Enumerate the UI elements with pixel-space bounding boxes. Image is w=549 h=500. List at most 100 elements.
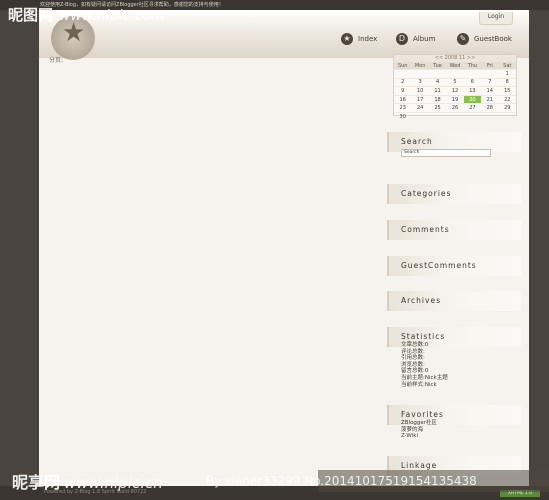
calendar-empty-cell: [498, 111, 516, 121]
calendar-week: 1: [394, 69, 516, 79]
calendar-day[interactable]: 25: [428, 103, 447, 113]
weekday-header: Thu: [463, 62, 482, 70]
calendar-day[interactable]: 1: [498, 69, 516, 79]
calendar-day[interactable]: 19: [446, 94, 464, 104]
calendar: << 2008.11 >> Sun Mon Tue Wed Thu Fri Sat 1234…: [393, 54, 517, 121]
calendar-empty-cell: [428, 69, 447, 79]
favorite-link[interactable]: 菠萝的海: [401, 427, 437, 434]
widget-archives: Archives: [387, 291, 521, 311]
favorite-link[interactable]: ZBlogger社区: [401, 420, 437, 427]
calendar-day[interactable]: 17: [411, 94, 429, 104]
calendar-day[interactable]: 2: [394, 77, 412, 87]
calendar-day[interactable]: 13: [463, 86, 482, 96]
calendar-day[interactable]: 7: [481, 77, 499, 87]
weekday-header: Mon: [411, 62, 429, 70]
breadcrumb: 分页:: [49, 57, 64, 64]
calendar-week: 16 17 18 19 20 21 22: [394, 94, 516, 104]
list-item: 当前主题:Nick主题: [401, 374, 448, 381]
calendar-day[interactable]: 9: [394, 86, 412, 96]
calendar-day[interactable]: 6: [463, 77, 482, 87]
watermark-top-url: www.nipic.com: [59, 8, 165, 24]
weekday-header: Tue: [428, 62, 447, 70]
calendar-empty-cell: [481, 69, 499, 79]
calendar-day[interactable]: 5: [446, 77, 464, 87]
calendar-week: 30: [394, 111, 516, 121]
calendar-day[interactable]: 23: [394, 103, 412, 113]
blog-page: ★ Login ★ Index D Album ✎ GuestBook 分页: …: [39, 10, 529, 500]
calendar-empty-cell: [411, 69, 429, 79]
favorite-link[interactable]: Z-Wiki: [401, 433, 437, 440]
list-item: 留言总数:0: [401, 368, 429, 375]
calendar-week: 9 10 11 12 13 14 15: [394, 86, 516, 96]
statistics-list: 文章总数:0 评论总数: 引用总数: 浏览总数: 留言总数:0 当前主题:Nic…: [401, 342, 448, 388]
guestbook-icon: ✎: [457, 33, 469, 45]
star-icon: ★: [341, 33, 353, 45]
calendar-week: 2345678: [394, 77, 516, 87]
watermark-top: 昵图网 www.nipic.com: [8, 4, 165, 25]
list-item: 文章总数:0: [401, 342, 429, 348]
categories-title: Categories: [401, 189, 452, 198]
calendar-day[interactable]: 28: [481, 103, 499, 113]
favorites-list: ZBlogger社区 菠萝的海 Z-Wiki: [401, 420, 437, 440]
nav-guestbook[interactable]: ✎ GuestBook: [457, 32, 512, 46]
nav-album-label: Album: [413, 35, 436, 43]
linkage-title: Linkage: [401, 461, 438, 470]
statistics-title: Statistics: [401, 332, 446, 341]
calendar-day[interactable]: 3: [411, 77, 429, 87]
widget-guestcomments: GuestComments: [387, 256, 521, 276]
album-icon: D: [396, 33, 408, 45]
weekday-header: Fri: [481, 62, 499, 70]
calendar-grid: Sun Mon Tue Wed Thu Fri Sat 1 2 3 4 5 6 7 8 9 10 11 12 13 1…: [394, 62, 516, 121]
watermark-top-logo: 昵图网: [8, 6, 54, 24]
list-item: 当前样式:Nick: [401, 381, 437, 388]
calendar-empty-cell: [394, 69, 412, 79]
calendar-empty-cell: [411, 111, 429, 121]
watermark-id: By:xianer33299 No.20141017519154135438: [206, 474, 477, 488]
calendar-day[interactable]: 30: [394, 111, 412, 121]
widget-categories: Categories: [387, 184, 521, 204]
calendar-day[interactable]: 24: [411, 103, 429, 113]
sidebar: << 2008.11 >> Sun Mon Tue Wed Thu Fri Sat 1234…: [387, 54, 521, 494]
weekday-header: Wed: [446, 62, 464, 70]
calendar-day[interactable]: 27: [463, 103, 482, 113]
favorites-title: Favorites: [401, 410, 444, 419]
watermark-bottom: 昵享网 www.nipic.cn: [12, 469, 163, 493]
search-input[interactable]: Search: [401, 149, 491, 157]
nav-album[interactable]: D Album: [396, 32, 435, 46]
watermark-bottom-url: www.nipic.cn: [64, 474, 163, 492]
calendar-title[interactable]: << 2008.11 >>: [394, 55, 516, 62]
calendar-day[interactable]: 29: [498, 103, 516, 113]
search-title: Search: [401, 137, 433, 146]
nav-index-label: Index: [358, 35, 378, 43]
calendar-empty-cell: [446, 69, 464, 79]
calendar-day[interactable]: 12: [446, 86, 464, 96]
nav-index[interactable]: ★ Index: [341, 32, 377, 46]
watermark-bottom-logo: 昵享网: [12, 473, 61, 492]
login-label: Login: [487, 13, 505, 20]
calendar-day[interactable]: 8: [498, 77, 516, 87]
calendar-day[interactable]: 15: [498, 86, 516, 96]
calendar-day[interactable]: 21: [481, 94, 499, 104]
comments-title: Comments: [401, 225, 450, 234]
calendar-empty-cell: [446, 111, 464, 121]
calendar-day[interactable]: 26: [446, 103, 464, 113]
calendar-day[interactable]: 11: [428, 86, 447, 96]
calendar-empty-cell: [481, 111, 499, 121]
calendar-day[interactable]: 18: [428, 94, 447, 104]
calendar-week: 23 24 25 26 27 28 29: [394, 103, 516, 113]
calendar-day[interactable]: 22: [498, 94, 516, 104]
calendar-day[interactable]: 14: [481, 86, 499, 96]
calendar-empty-cell: [463, 69, 482, 79]
archives-title: Archives: [401, 296, 441, 305]
calendar-day[interactable]: 10: [411, 86, 429, 96]
login-button[interactable]: Login: [479, 12, 513, 25]
calendar-empty-cell: [463, 111, 482, 121]
calendar-day[interactable]: 16: [394, 94, 412, 104]
weekday-header: Sun: [394, 62, 412, 70]
weekday-header: Sat: [498, 62, 516, 70]
list-item: 引用总数:: [401, 355, 425, 362]
widget-comments: Comments: [387, 220, 521, 240]
calendar-empty-cell: [428, 111, 447, 121]
calendar-day[interactable]: 4: [428, 77, 447, 87]
calendar-day[interactable]: 20: [463, 94, 482, 104]
